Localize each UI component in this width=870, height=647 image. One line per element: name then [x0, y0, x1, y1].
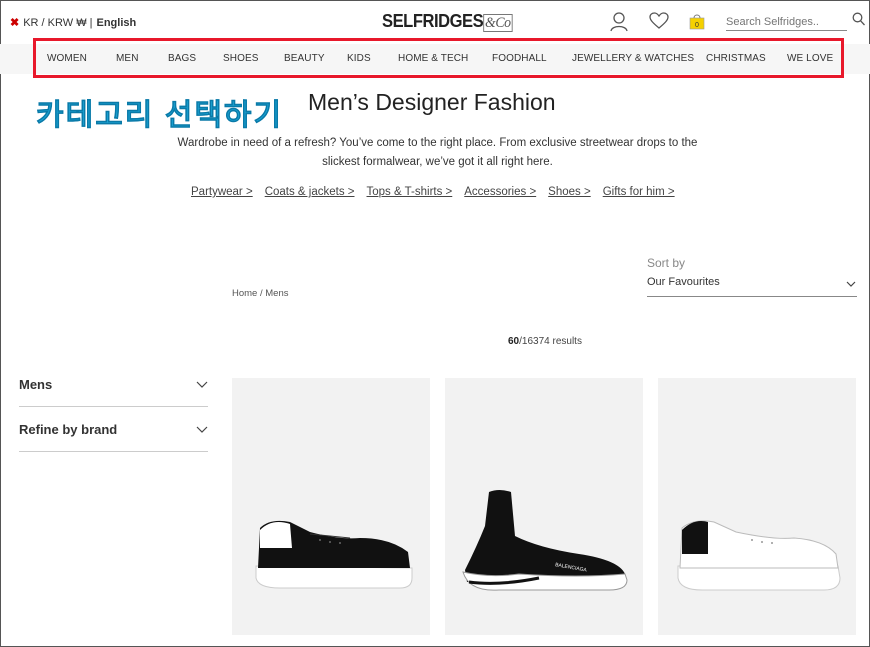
annotation-label: 카테고리 선택하기	[36, 99, 284, 133]
link-coats-jackets[interactable]: Coats & jackets >	[265, 186, 355, 198]
filter-mens-label: Mens	[19, 377, 53, 392]
product-image-sock-trainer: BALENCIAGA	[462, 490, 628, 591]
link-shoes[interactable]: Shoes >	[548, 186, 591, 198]
sort-label: Sort by	[647, 256, 686, 270]
logo-suffix: &Co	[483, 14, 513, 32]
link-accessories[interactable]: Accessories >	[464, 186, 536, 198]
chevron-down-icon	[196, 426, 208, 433]
nav-item-foodhall[interactable]: FOODHALL	[492, 53, 547, 64]
bag-icon[interactable]: 0	[689, 13, 705, 30]
chevron-down-icon	[196, 381, 208, 388]
link-gifts-for-him[interactable]: Gifts for him >	[603, 186, 675, 198]
bag-count: 0	[695, 22, 699, 29]
results-total: /16374 results	[519, 336, 582, 347]
link-tops-tshirts[interactable]: Tops & T-shirts >	[367, 186, 453, 198]
language-label: English	[96, 16, 137, 29]
logo-text: SELFRIDGES	[382, 11, 484, 31]
nav-item-beauty[interactable]: BEAUTY	[284, 53, 325, 64]
filter-mens[interactable]: Mens	[19, 362, 208, 407]
search-box[interactable]	[726, 12, 847, 31]
product-card[interactable]	[658, 378, 856, 635]
link-partywear[interactable]: Partywear >	[191, 186, 253, 198]
product-card[interactable]: BALENCIAGA	[445, 378, 643, 635]
nav-item-shoes[interactable]: SHOES	[223, 53, 259, 64]
product-image-black-sneaker	[255, 520, 413, 589]
nav-item-jewellery-watches[interactable]: JEWELLERY & WATCHES	[572, 53, 694, 64]
page-description: Wardrobe in need of a refresh? You’ve co…	[177, 137, 698, 168]
nav-item-we-love[interactable]: WE LOVE	[787, 53, 833, 64]
nav-item-bags[interactable]: BAGS	[168, 53, 196, 64]
nav-item-home-tech[interactable]: HOME & TECH	[398, 53, 468, 64]
breadcrumb[interactable]: Home / Mens	[232, 288, 289, 299]
nav-item-kids[interactable]: KIDS	[347, 53, 371, 64]
heart-icon[interactable]	[649, 12, 669, 30]
product-card[interactable]	[232, 378, 430, 635]
page-title: Men’s Designer Fashion	[308, 89, 556, 115]
quick-links: Partywear > Coats & jackets > Tops & T-s…	[191, 186, 675, 198]
filter-brand-label: Refine by brand	[19, 422, 118, 437]
korea-flag-icon: ✖	[10, 17, 20, 29]
sort-value: Our Favourites	[647, 276, 720, 288]
locale-selector[interactable]: ✖ KR / KRW ₩ | English	[10, 16, 137, 30]
sort-select[interactable]: Our Favourites	[647, 274, 857, 297]
results-count: 60/16374 results	[508, 336, 582, 347]
search-input[interactable]	[726, 14, 836, 30]
search-icon[interactable]	[852, 12, 865, 26]
product-image-white-sneaker	[677, 520, 841, 591]
chevron-down-icon[interactable]	[846, 280, 856, 288]
nav-item-women[interactable]: WOMEN	[47, 53, 87, 64]
locale-currency: KR / KRW ₩ |	[23, 16, 93, 29]
results-shown: 60	[508, 336, 520, 347]
nav-item-christmas[interactable]: CHRISTMAS	[706, 53, 766, 64]
user-icon[interactable]	[610, 12, 628, 32]
filter-brand[interactable]: Refine by brand	[19, 407, 208, 452]
nav-item-men[interactable]: MEN	[116, 53, 139, 64]
selfridges-logo[interactable]: SELFRIDGES &Co	[382, 11, 513, 32]
